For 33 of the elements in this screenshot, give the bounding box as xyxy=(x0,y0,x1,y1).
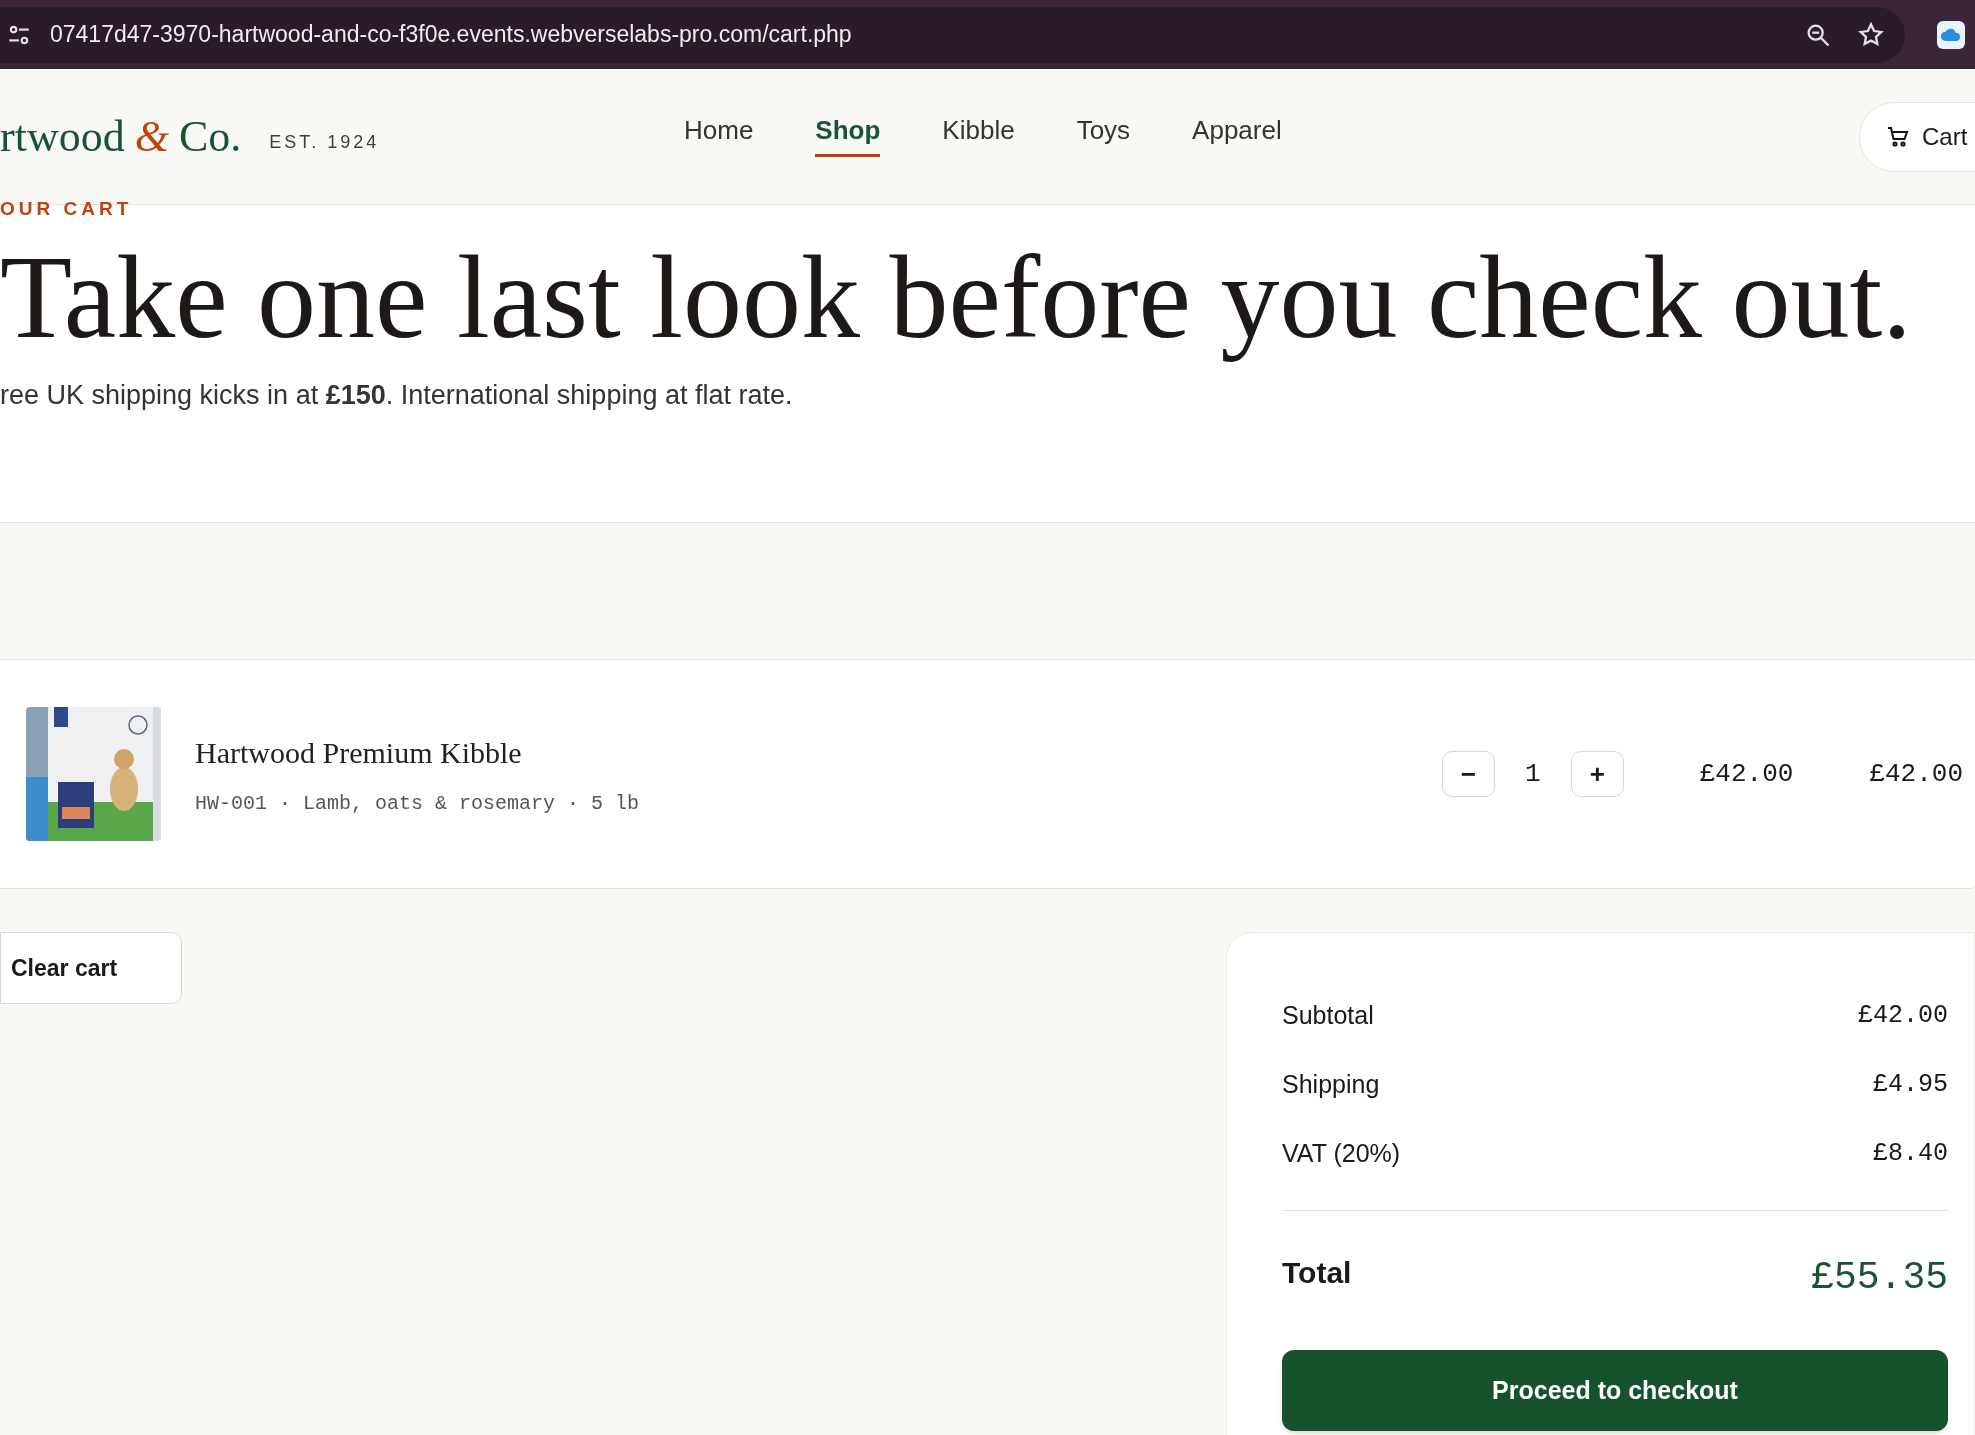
nav-link[interactable]: Kibble xyxy=(942,111,1015,157)
summary-label: VAT (20%) xyxy=(1282,1137,1401,1169)
nav-link[interactable]: Shop xyxy=(815,111,881,157)
cart-icon xyxy=(1886,125,1910,149)
line-total: £42.00 xyxy=(1869,757,1963,791)
nav-link[interactable]: Home xyxy=(684,111,754,157)
product-details: HW-001 · Lamb, oats & rosemary · 5 lb xyxy=(195,790,640,817)
quantity-value: 1 xyxy=(1523,757,1542,791)
summary-value: £42.00 xyxy=(1858,999,1948,1032)
address-bar[interactable]: 07417d47-3970-hartwood-and-co-f3f0e.events.webverselabs-pro.com/cart.php xyxy=(0,6,1905,63)
summary-label: Subtotal xyxy=(1282,999,1374,1031)
total-value: £55.35 xyxy=(1811,1255,1948,1301)
product-name[interactable]: Hartwood Premium Kibble xyxy=(195,729,640,775)
summary-value: £4.95 xyxy=(1873,1068,1948,1101)
checkout-button[interactable]: Proceed to checkout xyxy=(1282,1350,1948,1431)
nav-link[interactable]: Apparel xyxy=(1192,111,1282,157)
star-icon[interactable] xyxy=(1857,20,1885,49)
eyebrow-text: OUR CART xyxy=(0,197,133,221)
clear-cart-button[interactable]: Clear cart xyxy=(0,932,182,1004)
summary-label: Shipping xyxy=(1282,1068,1380,1100)
nav-link[interactable]: Toys xyxy=(1076,111,1131,157)
cart-button[interactable]: Cart xyxy=(1859,102,1975,172)
url-text: 07417d47-3970-hartwood-and-co-f3f0e.events.webverselabs-pro.com/cart.php xyxy=(50,20,852,50)
established-text: EST. 1924 xyxy=(269,131,380,154)
increase-button[interactable]: + xyxy=(1570,751,1624,797)
total-label: Total xyxy=(1282,1255,1352,1291)
cloud-icon[interactable] xyxy=(1937,20,1965,49)
logo[interactable]: rtwood & Co. xyxy=(0,103,242,170)
shipping-note: ree UK shipping kicks in at £150. International shipping at flat rate. xyxy=(0,378,794,412)
decrease-button[interactable]: − xyxy=(1441,751,1495,797)
page-heading: Take one last look before you check out. xyxy=(0,231,1913,365)
summary-value: £8.40 xyxy=(1873,1137,1948,1170)
unit-price: £42.00 xyxy=(1699,757,1794,791)
